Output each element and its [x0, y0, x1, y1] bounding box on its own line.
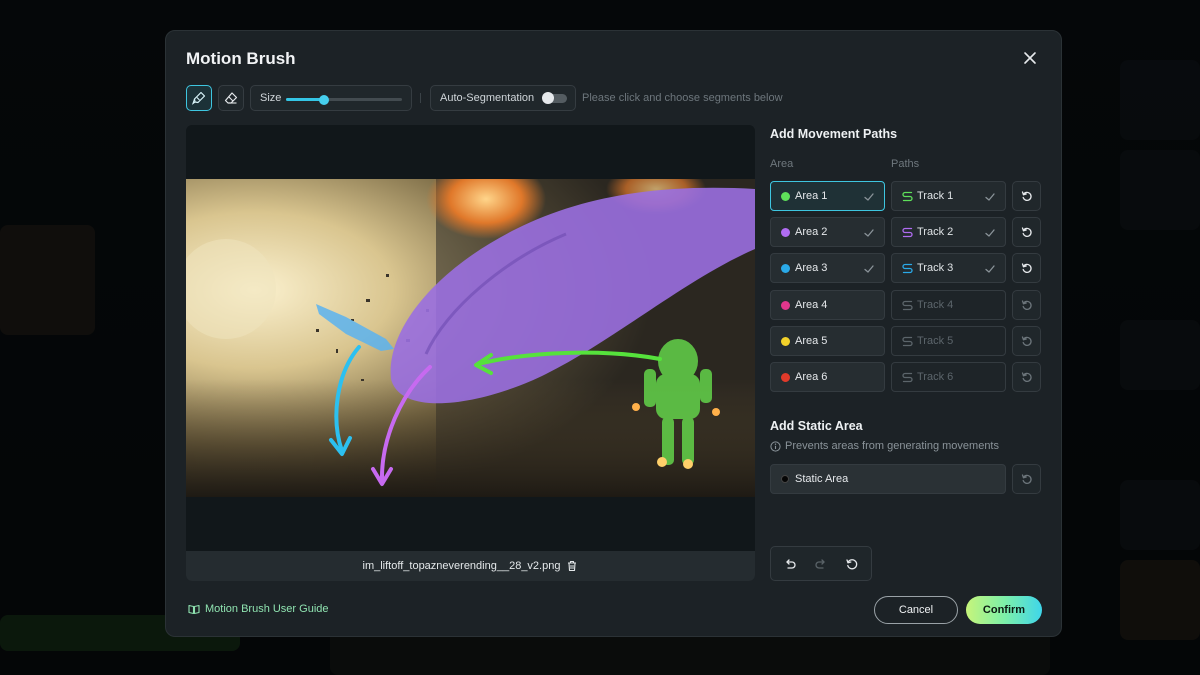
brush-size-control: Size: [250, 85, 412, 111]
filename-bar: im_liftoff_topazneverending__28_v2.png: [186, 551, 755, 581]
area-button[interactable]: Area 3: [770, 253, 885, 283]
track-label: Track 1: [917, 190, 954, 202]
check-icon: [985, 193, 995, 201]
user-guide-link[interactable]: Motion Brush User Guide: [188, 603, 329, 615]
area-color-dot: [781, 228, 790, 237]
check-icon: [864, 229, 874, 237]
close-icon[interactable]: [1019, 47, 1041, 69]
reset-icon: [1021, 474, 1032, 484]
static-note-text: Prevents areas from generating movements: [785, 440, 999, 452]
history-controls: [770, 546, 872, 581]
track-button[interactable]: Track 3: [891, 253, 1006, 283]
area-button[interactable]: Area 1: [770, 181, 885, 211]
area-button[interactable]: Area 2: [770, 217, 885, 247]
track-button[interactable]: Track 5: [891, 326, 1006, 356]
auto-segmentation-toggle[interactable]: [542, 92, 567, 104]
check-icon: [864, 193, 874, 201]
scene-image[interactable]: [186, 179, 755, 497]
size-slider[interactable]: [286, 94, 402, 105]
auto-segmentation-control: Auto-Segmentation: [430, 85, 576, 111]
track-label: Track 6: [917, 371, 954, 383]
track-button[interactable]: Track 2: [891, 217, 1006, 247]
area-label: Area 2: [795, 226, 828, 238]
brush-icon: [192, 91, 206, 105]
area-button[interactable]: Area 4: [770, 290, 885, 320]
info-icon: [770, 440, 781, 452]
area-label: Area 3: [795, 262, 828, 274]
track-button[interactable]: Track 1: [891, 181, 1006, 211]
path-icon: [902, 191, 913, 202]
reset-all-icon[interactable]: [845, 557, 859, 571]
area-column-header: Area: [770, 158, 794, 170]
row-reset-button[interactable]: [1012, 181, 1041, 211]
reset-icon: [1021, 227, 1032, 237]
track-label: Track 4: [917, 299, 954, 311]
static-area-label: Static Area: [795, 473, 849, 485]
area-color-dot: [781, 373, 790, 382]
movement-paths-title: Add Movement Paths: [770, 127, 898, 141]
track-button[interactable]: Track 4: [891, 290, 1006, 320]
toolbar-divider: [420, 93, 421, 103]
path-icon: [902, 300, 913, 311]
area-color-dot: [781, 264, 790, 273]
area-color-dot: [781, 337, 790, 346]
row-reset-button[interactable]: [1012, 290, 1041, 320]
redo-icon[interactable]: [814, 557, 828, 571]
user-guide-label: Motion Brush User Guide: [205, 603, 329, 615]
row-reset-button[interactable]: [1012, 253, 1041, 283]
image-filename: im_liftoff_topazneverending__28_v2.png: [362, 560, 561, 572]
undo-icon[interactable]: [783, 557, 797, 571]
size-slider-handle[interactable]: [319, 94, 330, 105]
row-reset-button[interactable]: [1012, 326, 1041, 356]
area-color-dot: [781, 301, 790, 310]
eraser-icon: [224, 92, 238, 104]
check-icon: [864, 265, 874, 273]
dialog-title: Motion Brush: [186, 49, 296, 68]
static-area-button[interactable]: Static Area: [770, 464, 1006, 494]
path-icon: [902, 227, 913, 238]
segmentation-hint: Please click and choose segments below: [582, 92, 783, 104]
track-label: Track 2: [917, 226, 954, 238]
reset-icon: [1021, 372, 1032, 382]
area-button[interactable]: Area 5: [770, 326, 885, 356]
row-reset-button[interactable]: [1012, 362, 1041, 392]
reset-icon: [1021, 263, 1032, 273]
path-icon: [902, 336, 913, 347]
area-label: Area 1: [795, 190, 828, 202]
image-canvas[interactable]: [186, 125, 755, 581]
check-icon: [985, 229, 995, 237]
track-label: Track 5: [917, 335, 954, 347]
check-icon: [985, 265, 995, 273]
path-icon: [902, 263, 913, 274]
eraser-tool-button[interactable]: [218, 85, 244, 111]
static-area-dot: [781, 475, 789, 483]
static-area-title: Add Static Area: [770, 419, 863, 433]
paths-column-header: Paths: [891, 158, 920, 170]
area-color-dot: [781, 192, 790, 201]
auto-segmentation-label: Auto-Segmentation: [440, 92, 535, 104]
brush-tool-button[interactable]: [186, 85, 212, 111]
motion-brush-dialog: Motion Brush Size Auto-Segmentation Plea…: [165, 30, 1062, 637]
cancel-button[interactable]: Cancel: [874, 596, 958, 624]
book-icon: [188, 604, 200, 615]
static-reset-button[interactable]: [1012, 464, 1041, 494]
area-button[interactable]: Area 6: [770, 362, 885, 392]
reset-icon: [1021, 336, 1032, 346]
reset-icon: [1021, 300, 1032, 310]
area-label: Area 6: [795, 371, 828, 383]
reset-icon: [1021, 191, 1032, 201]
static-area-note: Prevents areas from generating movements: [770, 440, 999, 452]
size-label: Size: [260, 92, 282, 104]
trash-icon[interactable]: [566, 560, 578, 572]
row-reset-button[interactable]: [1012, 217, 1041, 247]
confirm-button[interactable]: Confirm: [966, 596, 1042, 624]
track-label: Track 3: [917, 262, 954, 274]
track-button[interactable]: Track 6: [891, 362, 1006, 392]
area-label: Area 5: [795, 335, 828, 347]
area-label: Area 4: [795, 299, 828, 311]
path-icon: [902, 372, 913, 383]
toggle-knob: [542, 92, 554, 104]
